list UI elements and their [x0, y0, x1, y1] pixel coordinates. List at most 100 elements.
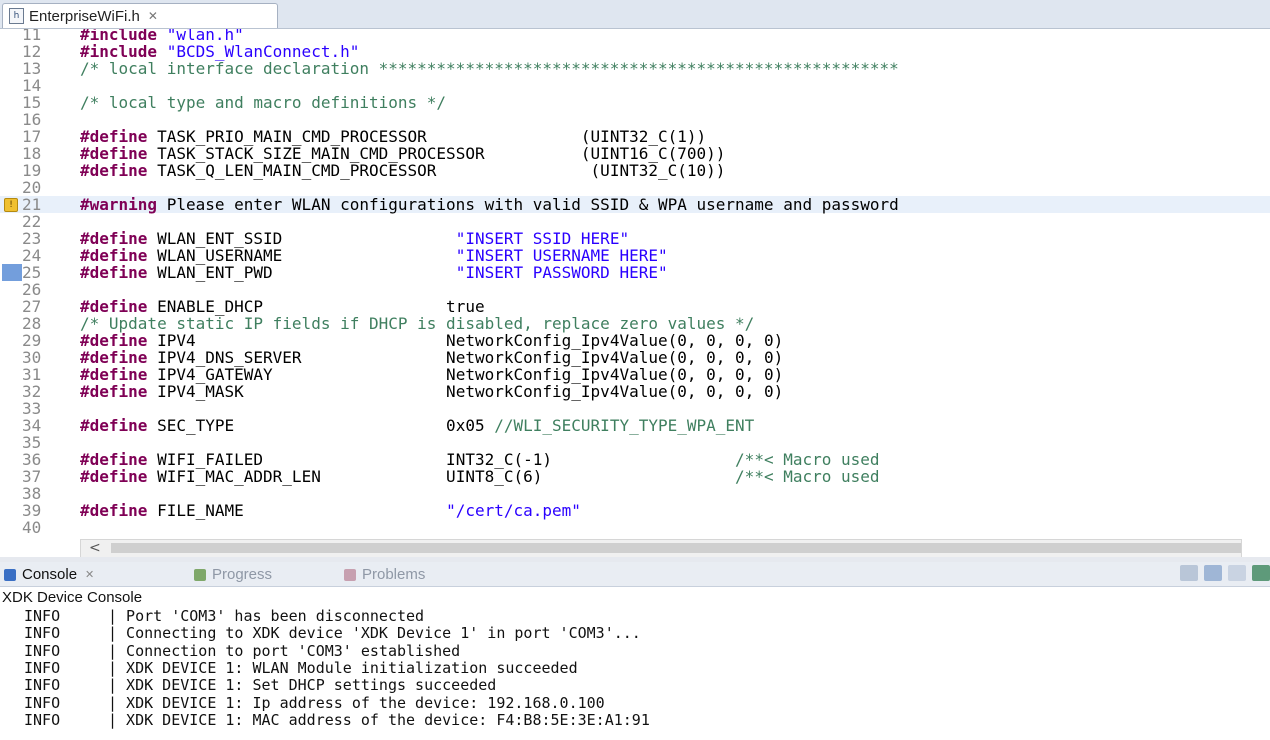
- code-line[interactable]: 39 #define FILE_NAME "/cert/ca.pem": [0, 502, 1270, 519]
- line-number: 29: [22, 331, 42, 350]
- log-message: | XDK DEVICE 1: WLAN Module initializati…: [108, 658, 578, 677]
- ruler-marker[interactable]: [2, 264, 22, 281]
- line-number: 35: [22, 433, 42, 452]
- code-line[interactable]: 13 /* local interface declaration *******…: [0, 60, 1270, 77]
- code-text: #define WLAN_ENT_PWD "INSERT PASSWORD HE…: [80, 264, 668, 281]
- log-level: INFO: [24, 641, 61, 660]
- line-number: 21: [22, 195, 42, 214]
- console-line: INFO | Connecting to XDK device 'XDK Devi…: [24, 625, 641, 642]
- code-token: #define: [80, 416, 148, 435]
- editor-tab-bar: h EnterpriseWiFi.h ✕: [0, 0, 1270, 29]
- code-text: /* local type and macro definitions */: [80, 94, 446, 111]
- tab-label: Console: [22, 566, 78, 583]
- code-line[interactable]: 17 #define TASK_PRIO_MAIN_CMD_PROCESSOR (…: [0, 128, 1270, 145]
- code-line[interactable]: 24 #define WLAN_USERNAME "INSERT USERNAME…: [0, 247, 1270, 264]
- code-text: #define ENABLE_DHCP true: [80, 298, 485, 315]
- code-line[interactable]: 26: [0, 281, 1270, 298]
- code-line[interactable]: 19 #define TASK_Q_LEN_MAIN_CMD_PROCESSOR …: [0, 162, 1270, 179]
- line-number: 15: [22, 93, 42, 112]
- console-line: INFO | XDK DEVICE 1: Set DHCP settings su…: [24, 677, 496, 694]
- code-token: "INSERT PASSWORD HERE": [455, 263, 668, 282]
- code-token: WIFI_MAC_ADDR_LEN UINT8_C(6): [147, 467, 736, 486]
- code-line[interactable]: 29 #define IPV4 NetworkConfig_Ipv4Value(0…: [0, 332, 1270, 349]
- code-line[interactable]: 35: [0, 434, 1270, 451]
- clear-console-icon[interactable]: [1180, 565, 1198, 581]
- line-number: 20: [22, 178, 42, 197]
- code-token: #define: [80, 263, 148, 282]
- tab-console[interactable]: Console ✕: [4, 566, 94, 583]
- code-token: #define: [80, 501, 148, 520]
- open-console-icon[interactable]: [1252, 565, 1270, 581]
- code-line[interactable]: 22: [0, 213, 1270, 230]
- line-number: 39: [22, 501, 42, 520]
- line-number: 31: [22, 365, 42, 384]
- line-number: 27: [22, 297, 42, 316]
- code-line[interactable]: 34 #define SEC_TYPE 0x05 //WLI_SECURITY_T…: [0, 417, 1270, 434]
- scroll-lock-icon[interactable]: [1204, 565, 1222, 581]
- scroll-left-icon[interactable]: <: [89, 540, 101, 556]
- warning-marker-icon[interactable]: !: [4, 198, 18, 212]
- code-line[interactable]: 30 #define IPV4_DNS_SERVER NetworkConfig_…: [0, 349, 1270, 366]
- code-line[interactable]: 15 /* local type and macro definitions */: [0, 94, 1270, 111]
- code-editor[interactable]: 11 #include "wlan.h" 12 #include "BCDS_Wlan…: [0, 29, 1270, 539]
- tab-label: Progress: [212, 566, 273, 583]
- code-line[interactable]: 14: [0, 77, 1270, 94]
- line-number: 18: [22, 144, 42, 163]
- line-number: 33: [22, 399, 42, 418]
- log-level: INFO: [24, 607, 61, 625]
- code-line[interactable]: 38: [0, 485, 1270, 502]
- code-text: #define IPV4_DNS_SERVER NetworkConfig_Ip…: [80, 349, 783, 366]
- tab-problems[interactable]: Problems: [344, 566, 425, 583]
- editor-tab-title: EnterpriseWiFi.h: [29, 7, 140, 25]
- header-file-icon: h: [9, 8, 24, 24]
- log-level: INFO: [24, 710, 61, 729]
- line-number: 17: [22, 127, 42, 146]
- code-token: "/cert/ca.pem": [446, 501, 581, 520]
- code-line[interactable]: 23 #define WLAN_ENT_SSID "INSERT SSID HER…: [0, 230, 1270, 247]
- code-token: FILE_NAME: [147, 501, 447, 520]
- editor-tab[interactable]: h EnterpriseWiFi.h ✕: [2, 3, 278, 28]
- problems-icon: [344, 568, 356, 581]
- line-number: 26: [22, 280, 42, 299]
- scrollbar-thumb[interactable]: [111, 543, 1241, 553]
- tab-progress[interactable]: Progress: [194, 566, 272, 583]
- line-number: 24: [22, 246, 42, 265]
- console-icon: [4, 568, 16, 581]
- code-line[interactable]: 33: [0, 400, 1270, 417]
- code-token: TASK_Q_LEN_MAIN_CMD_PROCESSOR (UINT32_C(…: [147, 161, 726, 180]
- code-line[interactable]: 40: [0, 519, 1270, 536]
- code-text: #define IPV4_MASK NetworkConfig_Ipv4Valu…: [80, 383, 783, 400]
- code-text: #include "wlan.h": [80, 29, 244, 43]
- code-line[interactable]: 36 #define WIFI_FAILED INT32_C(-1) /**< M…: [0, 451, 1270, 468]
- code-line[interactable]: 37 #define WIFI_MAC_ADDR_LEN UINT8_C(6) /…: [0, 468, 1270, 485]
- code-line[interactable]: 11 #include "wlan.h": [0, 29, 1270, 43]
- code-line[interactable]: 20: [0, 179, 1270, 196]
- code-line[interactable]: 27 #define ENABLE_DHCP true: [0, 298, 1270, 315]
- code-token: #define: [80, 467, 148, 486]
- code-line[interactable]: 18 #define TASK_STACK_SIZE_MAIN_CMD_PROCE…: [0, 145, 1270, 162]
- code-line[interactable]: 16: [0, 111, 1270, 128]
- line-number: 16: [22, 110, 42, 129]
- close-tab-icon[interactable]: ✕: [148, 9, 158, 23]
- code-line[interactable]: 31 #define IPV4_GATEWAY NetworkConfig_Ipv…: [0, 366, 1270, 383]
- code-token: /**< Macro used: [735, 467, 880, 486]
- line-number: 32: [22, 382, 42, 401]
- pin-console-icon[interactable]: [1228, 565, 1246, 581]
- horizontal-scrollbar[interactable]: <: [80, 539, 1242, 558]
- code-line[interactable]: 32 #define IPV4_MASK NetworkConfig_Ipv4Va…: [0, 383, 1270, 400]
- log-message: | Port 'COM3' has been disconnected: [108, 607, 425, 625]
- line-number: 37: [22, 467, 42, 486]
- console-line: INFO | Connection to port 'COM3' establis…: [24, 641, 460, 660]
- code-line[interactable]: 12 #include "BCDS_WlanConnect.h": [0, 43, 1270, 60]
- code-text: #define WLAN_USERNAME "INSERT USERNAME H…: [80, 247, 668, 264]
- code-token: Please enter WLAN configurations with va…: [157, 195, 899, 214]
- code-line[interactable]: ! 21 #warning Please enter WLAN configurat…: [0, 196, 1270, 213]
- code-text: #define TASK_PRIO_MAIN_CMD_PROCESSOR (UI…: [80, 128, 706, 145]
- code-text: /* local interface declaration *********…: [80, 60, 899, 77]
- close-tab-icon[interactable]: ✕: [85, 568, 94, 581]
- code-line[interactable]: 25 #define WLAN_ENT_PWD "INSERT PASSWORD …: [0, 264, 1270, 281]
- console-line: INFO | XDK DEVICE 1: MAC address of the d…: [24, 710, 650, 729]
- code-line[interactable]: 28 /* Update static IP fields if DHCP is …: [0, 315, 1270, 332]
- line-number: 25: [22, 263, 42, 282]
- line-number: 19: [22, 161, 42, 180]
